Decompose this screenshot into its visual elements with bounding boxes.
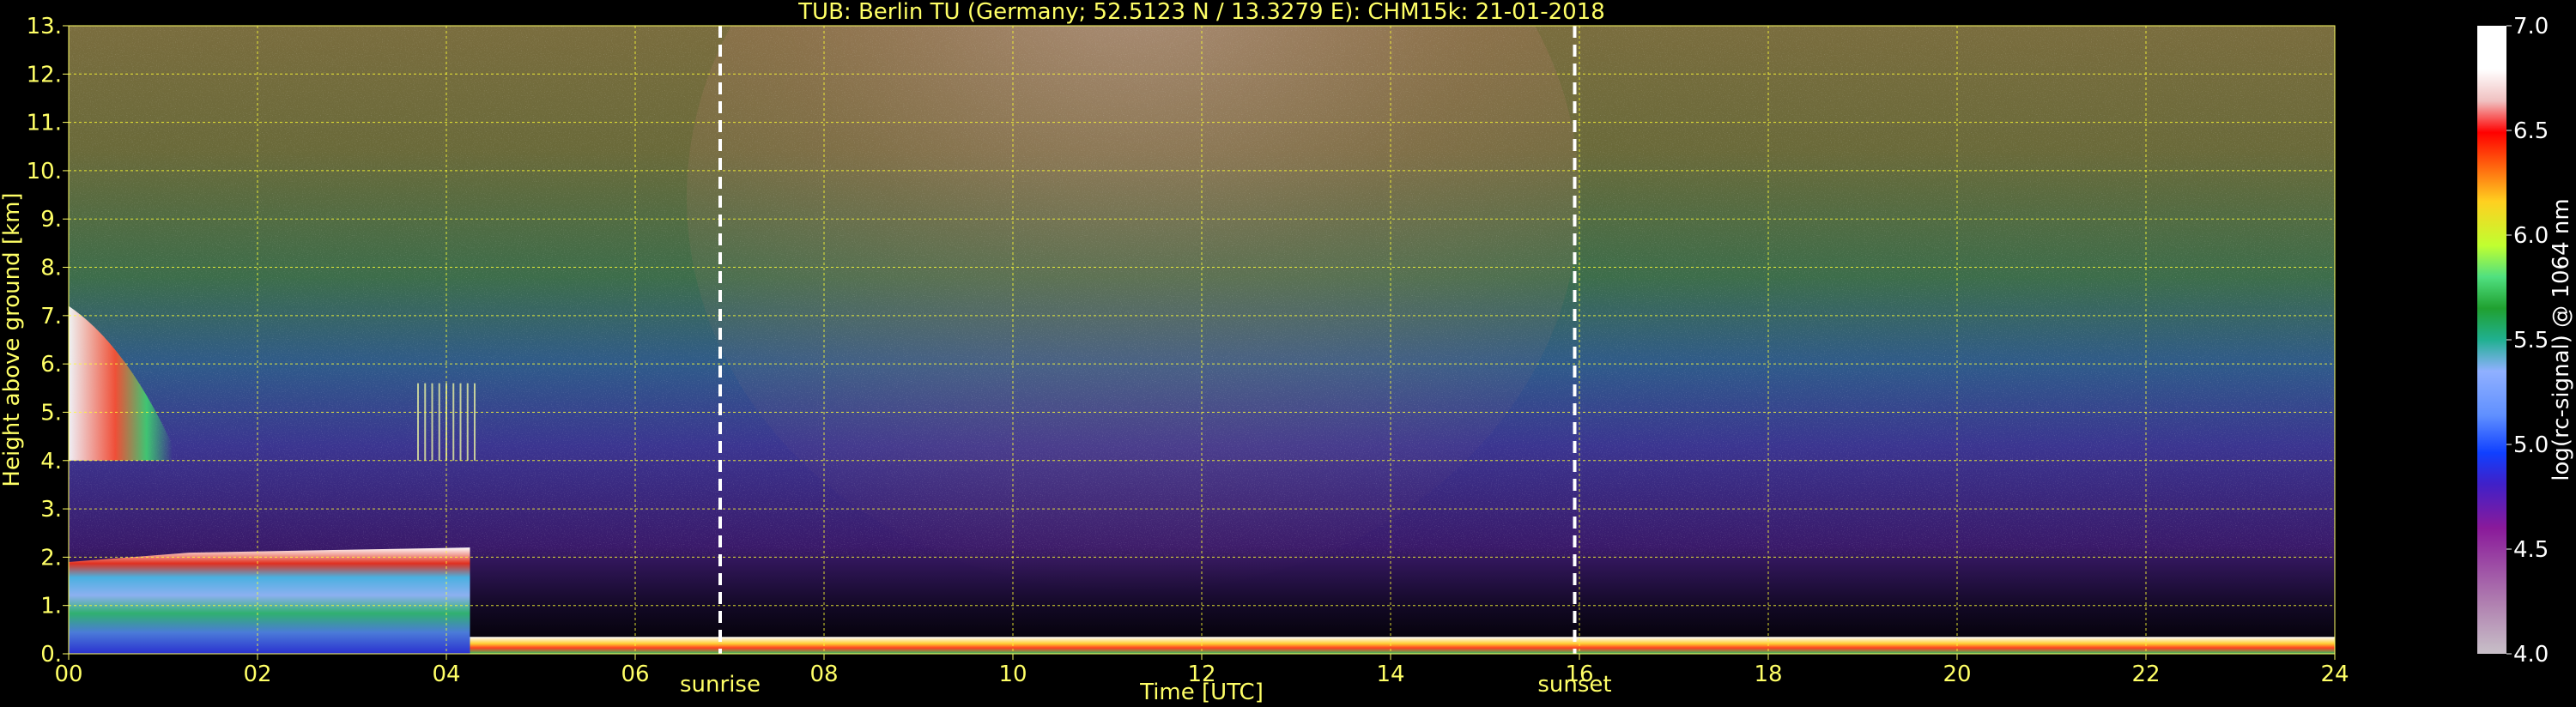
y-tick-label: 8. <box>40 256 62 281</box>
y-axis-label: Height above ground [km] <box>0 192 25 486</box>
x-tick-label: 08 <box>809 662 838 687</box>
colorbar-tick-label: 7.0 <box>2513 14 2549 39</box>
colorbar-tick-label: 5.5 <box>2513 328 2549 354</box>
y-tick-label: 13. <box>27 14 62 39</box>
colorbar-tick-label: 4.5 <box>2513 537 2549 563</box>
x-tick-label: 02 <box>243 662 271 687</box>
near-surface-layer <box>470 637 2335 654</box>
y-tick-label: 6. <box>40 352 62 378</box>
x-tick-label: 18 <box>1754 662 1782 687</box>
lidar-figure: sunrise sunset 00 02 04 06 08 10 12 14 16 18 20 22 24… <box>0 0 2574 705</box>
x-tick-label: 16 <box>1565 662 1593 687</box>
colorbar-tick-label: 6.0 <box>2513 223 2549 249</box>
y-axis-ticks: 0. 1. 2. 3. 4. 5. 6. 7. 8. 9. 10. 11. 12. 13. <box>27 14 69 668</box>
y-tick-label: 0. <box>40 642 62 668</box>
colorbar-tick-label: 6.5 <box>2513 118 2549 144</box>
x-tick-label: 06 <box>621 662 649 687</box>
y-tick-label: 3. <box>40 497 62 523</box>
x-tick-label: 22 <box>2131 662 2160 687</box>
y-tick-label: 4. <box>40 449 62 474</box>
x-axis-label: Time [UTC] <box>1139 680 1264 705</box>
x-tick-label: 10 <box>998 662 1027 687</box>
y-tick-label: 9. <box>40 207 62 233</box>
aerosol-boundary-layer <box>69 547 470 654</box>
colorbar-tick-label: 5.0 <box>2513 432 2549 458</box>
x-tick-label: 04 <box>432 662 460 687</box>
x-tick-label: 20 <box>1943 662 1971 687</box>
colorbar: 4.0 4.5 5.0 5.5 6.0 6.5 7.0 log(rc-signal) @ 1… <box>2477 14 2574 668</box>
y-tick-label: 7. <box>40 304 62 329</box>
y-tick-label: 5. <box>40 400 62 426</box>
y-tick-label: 1. <box>40 594 62 619</box>
chart-title: TUB: Berlin TU (Germany; 52.5123 N / 13.… <box>797 0 1605 25</box>
colorbar-scale <box>2477 26 2506 654</box>
colorbar-label: log(rc-signal) @ 1064 nm <box>2549 198 2574 480</box>
y-tick-label: 2. <box>40 545 62 571</box>
x-tick-label: 24 <box>2320 662 2349 687</box>
y-tick-label: 11. <box>27 111 62 136</box>
colorbar-tick-label: 4.0 <box>2513 642 2549 668</box>
colorbar-ticks: 4.0 4.5 5.0 5.5 6.0 6.5 7.0 <box>2506 14 2549 668</box>
x-tick-label: 14 <box>1376 662 1404 687</box>
y-tick-label: 12. <box>27 62 62 88</box>
y-tick-label: 10. <box>27 159 62 184</box>
sunrise-label: sunrise <box>680 672 761 698</box>
